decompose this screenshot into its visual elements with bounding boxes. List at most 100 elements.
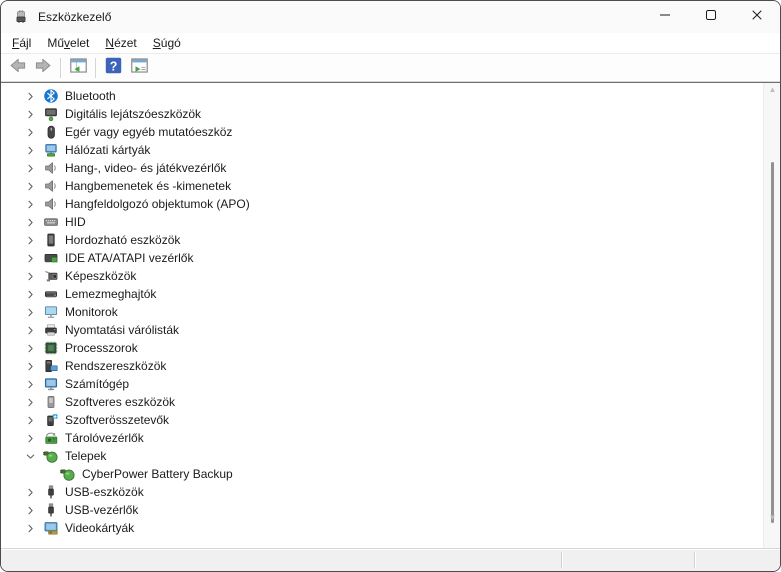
maximize-button[interactable] — [688, 1, 734, 33]
tree-item-digit-lis-lej-tsz-eszk-z-k[interactable]: Digitális lejátszóeszközök — [1, 105, 763, 123]
tree-item-szoftveres-eszk-z-k[interactable]: Szoftveres eszközök — [1, 393, 763, 411]
tree-item-cyberpower-battery-backup[interactable]: CyberPower Battery Backup — [1, 465, 763, 483]
chevron-right-icon[interactable] — [23, 179, 37, 193]
chevron-right-icon[interactable] — [23, 305, 37, 319]
tree-item-eg-r-vagy-egy-b-mutat-eszk-z[interactable]: Egér vagy egyéb mutatóeszköz — [1, 123, 763, 141]
tree-item-szoftver-sszetev-k[interactable]: Szoftverösszetevők — [1, 411, 763, 429]
menu-action[interactable]: Művelet — [39, 34, 97, 52]
menu-file[interactable]: Fájl — [4, 34, 39, 52]
chevron-right-icon[interactable] — [23, 341, 37, 355]
tree-item-rendszereszk-z-k[interactable]: Rendszereszközök — [1, 357, 763, 375]
tree-item-label: Videokártyák — [65, 521, 135, 535]
tree-item-bluetooth[interactable]: Bluetooth — [1, 87, 763, 105]
tree-item-videok-rty-k[interactable]: Videokártyák — [1, 519, 763, 537]
chevron-right-icon[interactable] — [23, 233, 37, 247]
software-device-icon — [43, 394, 59, 410]
tree-item-ide-ata-atapi-vez-rl-k[interactable]: IDE ATA/ATAPI vezérlők — [1, 249, 763, 267]
chevron-right-icon[interactable] — [23, 269, 37, 283]
chevron-right-icon[interactable] — [23, 521, 37, 535]
storage-controller-icon — [43, 430, 59, 446]
video-card-icon — [43, 520, 59, 536]
show-hide-console-tree-button[interactable] — [66, 56, 90, 80]
chevron-right-icon[interactable] — [23, 395, 37, 409]
tree-item-t-rol-vez-rl-k[interactable]: Tárolóvezérlők — [1, 429, 763, 447]
statusbar-separator — [694, 552, 695, 568]
forward-button[interactable] — [31, 56, 55, 80]
tree-item-label: CyberPower Battery Backup — [82, 467, 233, 481]
tree-item-label: Nyomtatási várólisták — [65, 323, 180, 337]
tree-item-label: Képeszközök — [65, 269, 137, 283]
speaker-icon — [43, 196, 59, 212]
toolbar: ? — [1, 54, 780, 82]
toolbar-separator — [95, 57, 96, 78]
menu-help[interactable]: Súgó — [145, 34, 189, 52]
back-button[interactable] — [5, 56, 29, 80]
tree-item-label: Hangfeldolgozó objektumok (APO) — [65, 197, 250, 211]
chevron-right-icon[interactable] — [23, 215, 37, 229]
chevron-right-icon[interactable] — [23, 251, 37, 265]
tree-item-label: Hálózati kártyák — [65, 143, 151, 157]
tree-item-label: Hordozható eszközök — [65, 233, 181, 247]
chevron-right-icon[interactable] — [23, 197, 37, 211]
tree-item-label: Tárolóvezérlők — [65, 431, 144, 445]
chevron-right-icon[interactable] — [23, 143, 37, 157]
device-tree: Bluetooth Digitális lejátszóeszközök Egér … — [1, 83, 763, 548]
action-pane-icon — [130, 56, 149, 80]
menu-view[interactable]: Nézet — [97, 34, 144, 52]
disk-drive-icon — [43, 286, 59, 302]
tree-item-label: Telepek — [65, 449, 107, 463]
ide-controller-icon — [43, 250, 59, 266]
system-device-icon — [43, 358, 59, 374]
tree-item-hangfeldolgoz-objektumok-apo[interactable]: Hangfeldolgozó objektumok (APO) — [1, 195, 763, 213]
tree-item-sz-m-t-g-p[interactable]: Számítógép — [1, 375, 763, 393]
tree-item-hordozhat-eszk-z-k[interactable]: Hordozható eszközök — [1, 231, 763, 249]
tree-item-hangbemenetek-s-kimenetek[interactable]: Hangbemenetek és -kimenetek — [1, 177, 763, 195]
scrollbar-thumb[interactable] — [771, 162, 774, 523]
media-player-icon — [43, 106, 59, 122]
tree-item-label: Hang-, video- és játékvezérlők — [65, 161, 227, 175]
tree-item-nyomtat-si-v-r-list-k[interactable]: Nyomtatási várólisták — [1, 321, 763, 339]
chevron-right-icon[interactable] — [23, 503, 37, 517]
vertical-scrollbar[interactable]: ▲ ▼ — [763, 83, 780, 548]
help-button[interactable]: ? — [101, 56, 125, 80]
chevron-right-icon[interactable] — [23, 323, 37, 337]
chevron-right-icon[interactable] — [23, 431, 37, 445]
chevron-right-icon[interactable] — [23, 377, 37, 391]
chevron-right-icon[interactable] — [23, 359, 37, 373]
chevron-right-icon[interactable] — [23, 161, 37, 175]
tree-item-telepek[interactable]: Telepek — [1, 447, 763, 465]
tree-item-lemezmeghajt-k[interactable]: Lemezmeghajtók — [1, 285, 763, 303]
tree-item-usb-eszk-z-k[interactable]: USB-eszközök — [1, 483, 763, 501]
back-arrow-icon — [8, 56, 27, 80]
chevron-placeholder — [40, 467, 54, 481]
scroll-down-icon[interactable]: ▼ — [768, 513, 777, 522]
tree-item-processzorok[interactable]: Processzorok — [1, 339, 763, 357]
tree-item-h-l-zati-k-rty-k[interactable]: Hálózati kártyák — [1, 141, 763, 159]
tree-item-label: USB-eszközök — [65, 485, 144, 499]
svg-text:?: ? — [109, 59, 117, 73]
tree-item-hid[interactable]: HID — [1, 213, 763, 231]
tree-item-label: Lemezmeghajtók — [65, 287, 157, 301]
tree-item-usb-vez-rl-k[interactable]: USB-vezérlők — [1, 501, 763, 519]
show-hide-action-pane-button[interactable] — [127, 56, 151, 80]
close-button[interactable] — [734, 1, 780, 33]
chevron-right-icon[interactable] — [23, 287, 37, 301]
window-title: Eszközkezelő — [38, 10, 112, 24]
tree-item-monitorok[interactable]: Monitorok — [1, 303, 763, 321]
monitor-icon — [43, 304, 59, 320]
tree-item-k-peszk-z-k[interactable]: Képeszközök — [1, 267, 763, 285]
chevron-right-icon[interactable] — [23, 413, 37, 427]
chevron-right-icon[interactable] — [23, 89, 37, 103]
close-icon — [749, 7, 765, 28]
usb-icon — [43, 502, 59, 518]
chevron-right-icon[interactable] — [23, 485, 37, 499]
software-component-icon — [43, 412, 59, 428]
battery-icon — [43, 448, 59, 464]
chevron-down-icon[interactable] — [23, 449, 37, 463]
statusbar-separator — [561, 552, 562, 568]
minimize-button[interactable] — [642, 1, 688, 33]
tree-item-hang-video-s-j-t-kvez-rl-k[interactable]: Hang-, video- és játékvezérlők — [1, 159, 763, 177]
chevron-right-icon[interactable] — [23, 107, 37, 121]
scroll-up-icon[interactable]: ▲ — [768, 85, 777, 94]
chevron-right-icon[interactable] — [23, 125, 37, 139]
